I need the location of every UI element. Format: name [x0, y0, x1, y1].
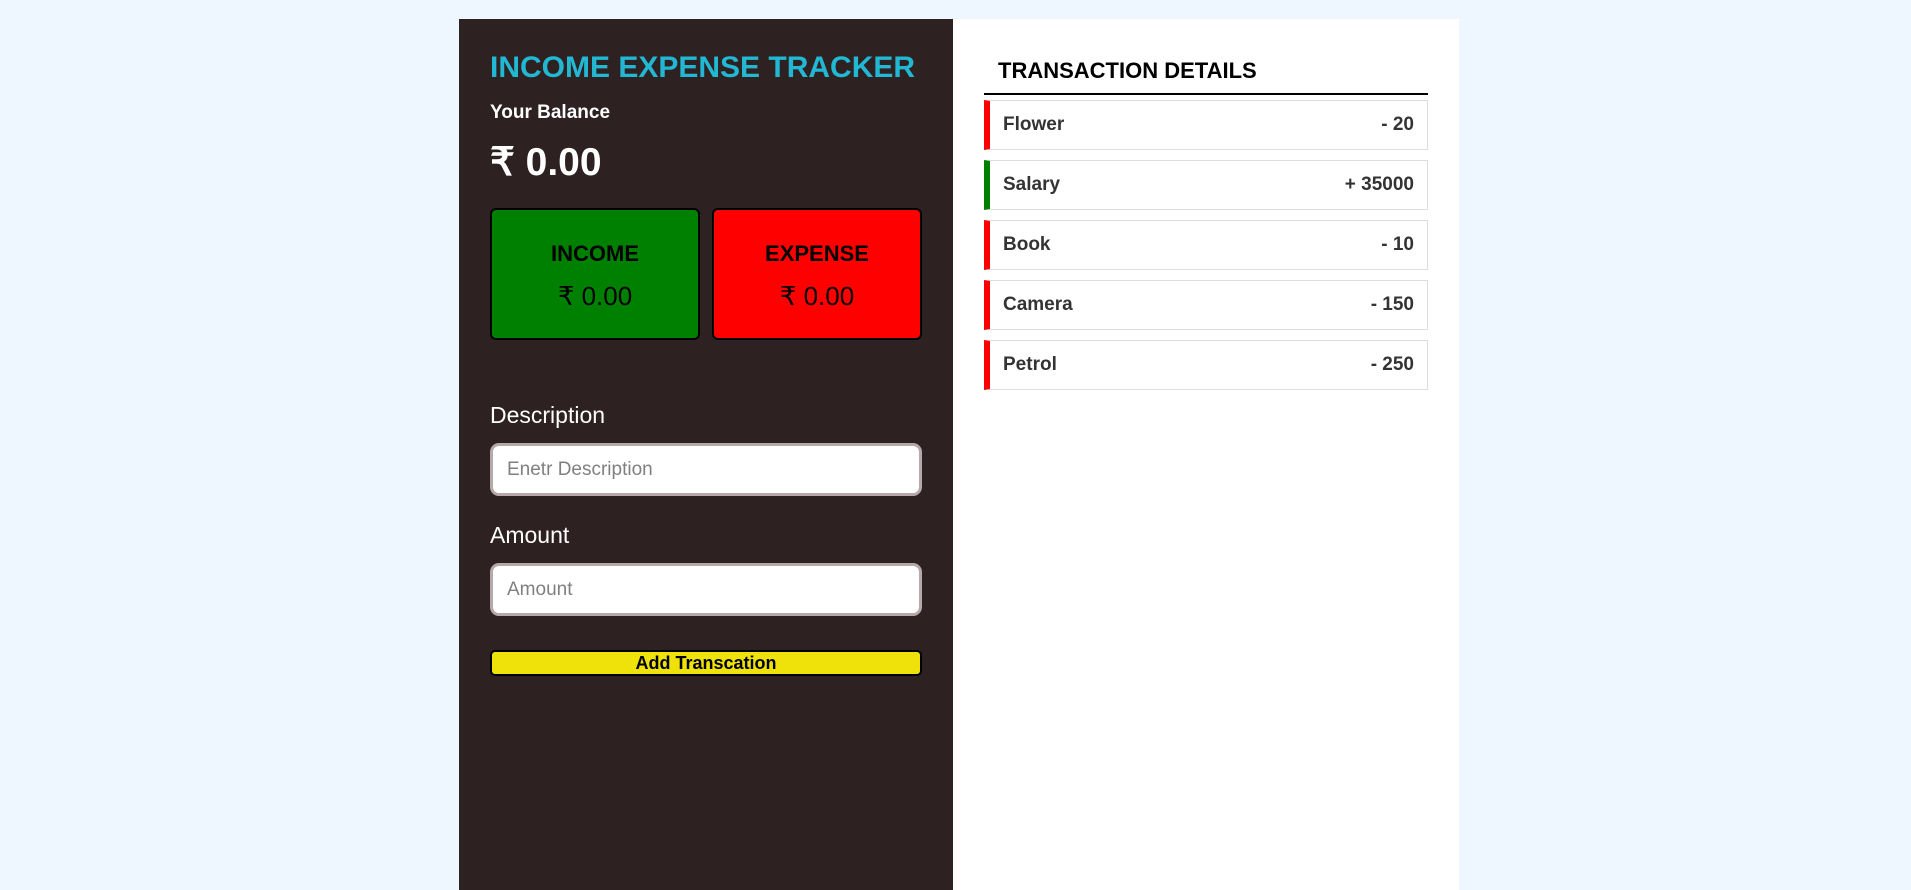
income-label: INCOME	[551, 241, 639, 266]
add-transaction-button[interactable]: Add Transcation	[490, 650, 922, 676]
summary-cards: INCOME ₹ 0.00 EXPENSE ₹ 0.00	[490, 208, 922, 340]
expense-label: EXPENSE	[765, 241, 869, 266]
balance-value: ₹ 0.00	[490, 141, 602, 184]
transaction-amount: - 20	[1381, 114, 1414, 135]
expense-tracker-app: INCOME EXPENSE TRACKER Your Balance ₹ 0.…	[459, 19, 1459, 890]
transaction-amount: + 35000	[1344, 174, 1414, 195]
app-title: INCOME EXPENSE TRACKER	[490, 51, 916, 84]
transaction-item: Camera - 150	[984, 280, 1428, 330]
transaction-name: Petrol	[1003, 354, 1057, 375]
expense-value: ₹ 0.00	[779, 281, 855, 311]
transaction-amount: - 250	[1370, 354, 1414, 375]
transaction-item: Salary + 35000	[984, 160, 1428, 210]
description-input[interactable]	[490, 443, 922, 496]
tracker-panel: INCOME EXPENSE TRACKER Your Balance ₹ 0.…	[459, 19, 953, 890]
details-title: TRANSACTION DETAILS	[984, 57, 1428, 95]
transaction-name: Book	[1003, 234, 1051, 255]
transaction-form: Description Amount Add Transcation	[490, 402, 922, 676]
transaction-item: Book - 10	[984, 220, 1428, 270]
transaction-details-panel: TRANSACTION DETAILS Flower - 20 Salary +…	[953, 19, 1459, 890]
balance-label: Your Balance	[490, 102, 611, 123]
transaction-item: Petrol - 250	[984, 340, 1428, 390]
income-value: ₹ 0.00	[557, 281, 633, 311]
transaction-amount: - 150	[1370, 294, 1414, 315]
transaction-list: Flower - 20 Salary + 35000 Book - 10 Cam…	[984, 100, 1428, 390]
income-card: INCOME ₹ 0.00	[490, 208, 700, 340]
amount-input[interactable]	[490, 563, 922, 616]
transaction-name: Flower	[1003, 114, 1065, 135]
amount-label: Amount	[490, 522, 570, 548]
transaction-name: Camera	[1003, 294, 1073, 315]
description-label: Description	[490, 402, 606, 428]
transaction-item: Flower - 20	[984, 100, 1428, 150]
transaction-name: Salary	[1003, 174, 1061, 195]
transaction-amount: - 10	[1381, 234, 1414, 255]
expense-card: EXPENSE ₹ 0.00	[712, 208, 922, 340]
